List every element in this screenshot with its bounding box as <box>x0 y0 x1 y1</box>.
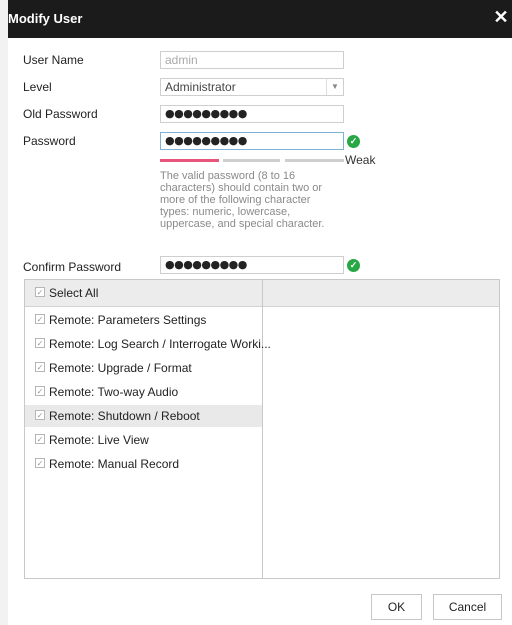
permission-label: Remote: Manual Record <box>49 457 180 471</box>
select-all-checkbox[interactable]: ✓ <box>35 287 45 297</box>
permission-checkbox[interactable]: ✓ <box>35 458 45 468</box>
permission-label: Remote: Live View <box>49 433 149 447</box>
old-password-field[interactable]: ●●●●●●●●● <box>160 105 344 123</box>
permission-item[interactable]: ✓ Remote: Upgrade / Format <box>25 357 262 379</box>
level-selected-value: Administrator <box>165 80 236 94</box>
select-all-row[interactable]: ✓ Select All <box>25 282 262 304</box>
level-label: Level <box>23 80 52 94</box>
select-all-label: Select All <box>49 286 99 300</box>
permission-item[interactable]: ✓ Remote: Log Search / Interrogate Worki.… <box>25 333 271 355</box>
confirm-password-field[interactable]: ●●●●●●●●● <box>160 256 344 274</box>
permission-label: Remote: Log Search / Interrogate Worki..… <box>49 337 271 351</box>
permission-item[interactable]: ✓ Remote: Live View <box>25 429 262 451</box>
strength-bar-1 <box>160 159 219 162</box>
old-password-label: Old Password <box>23 107 98 121</box>
permissions-divider <box>262 280 263 578</box>
permission-label: Remote: Upgrade / Format <box>49 361 192 375</box>
permission-item[interactable]: ✓ Remote: Manual Record <box>25 453 262 475</box>
ok-button[interactable]: OK <box>371 594 422 620</box>
permission-checkbox[interactable]: ✓ <box>35 434 45 444</box>
password-valid-icon: ✓ <box>347 135 360 148</box>
confirm-password-valid-icon: ✓ <box>347 259 360 272</box>
strength-bar-2 <box>223 159 280 162</box>
user-name-label: User Name <box>23 53 84 67</box>
permission-checkbox[interactable]: ✓ <box>35 338 45 348</box>
permission-label: Remote: Shutdown / Reboot <box>49 409 200 423</box>
dialog-titlebar: Modify User ✕ <box>8 0 512 38</box>
strength-bar-3 <box>285 159 344 162</box>
user-name-field[interactable]: admin <box>160 51 344 69</box>
modify-user-dialog: Modify User ✕ User Name admin Level Admi… <box>8 0 512 625</box>
chevron-down-icon[interactable]: ▼ <box>326 79 343 95</box>
permission-label: Remote: Two-way Audio <box>49 385 179 399</box>
password-strength-label: Weak <box>345 153 376 167</box>
level-select[interactable]: Administrator ▼ <box>160 78 344 96</box>
close-icon[interactable]: ✕ <box>493 7 509 27</box>
permission-checkbox[interactable]: ✓ <box>35 314 45 324</box>
password-hint: The valid password (8 to 16 characters) … <box>160 170 325 230</box>
permission-checkbox[interactable]: ✓ <box>35 410 45 420</box>
dialog-title: Modify User <box>8 11 83 26</box>
permissions-panel: ✓ Select All ✓ Remote: Parameters Setting… <box>24 279 500 579</box>
permission-item[interactable]: ✓ Remote: Two-way Audio <box>25 381 262 403</box>
password-field[interactable]: ●●●●●●●●● <box>160 132 344 150</box>
password-label: Password <box>23 134 76 148</box>
confirm-password-label: Confirm Password <box>23 260 122 274</box>
cancel-button[interactable]: Cancel <box>433 594 502 620</box>
permission-item[interactable]: ✓ Remote: Shutdown / Reboot <box>25 405 262 427</box>
permission-checkbox[interactable]: ✓ <box>35 386 45 396</box>
permission-checkbox[interactable]: ✓ <box>35 362 45 372</box>
permission-item[interactable]: ✓ Remote: Parameters Settings <box>25 309 262 331</box>
permission-label: Remote: Parameters Settings <box>49 313 207 327</box>
